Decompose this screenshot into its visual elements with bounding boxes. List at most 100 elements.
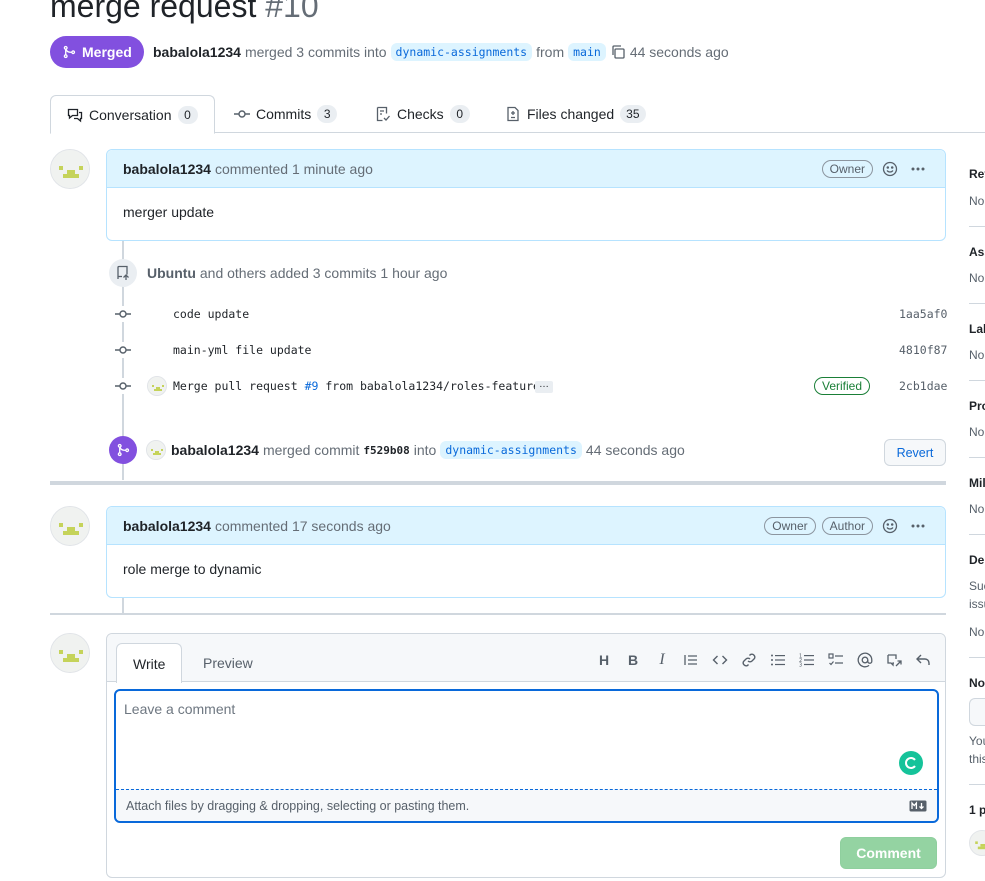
sidebar-divider — [969, 657, 985, 658]
commit-sha[interactable]: 1aa5af0 — [899, 307, 947, 321]
sidebar-assignees-label[interactable]: Ass — [969, 245, 985, 259]
identicon-icon — [147, 441, 165, 459]
sidebar-projects-label[interactable]: Pro — [969, 399, 985, 413]
commit-sha[interactable]: 4810f87 — [899, 343, 947, 357]
tab-checks-label: Checks — [397, 106, 444, 122]
smiley-icon[interactable] — [879, 515, 901, 537]
smiley-icon[interactable] — [879, 158, 901, 180]
comment-author[interactable]: babalola1234 — [123, 518, 211, 534]
page-title: merge request #10 — [50, 0, 319, 25]
svg-text:3: 3 — [799, 663, 802, 669]
merged-event-badge — [109, 436, 137, 464]
cross-reference-icon[interactable] — [884, 650, 904, 670]
merge-commit-sha[interactable]: f529b08 — [363, 444, 409, 457]
comment-header: babalola1234 commented 1 minute ago Owne… — [107, 150, 945, 188]
link-icon[interactable] — [739, 650, 759, 670]
italic-icon[interactable]: I — [652, 650, 672, 670]
comment-textarea-wrap: Attach files by dragging & dropping, sel… — [114, 689, 939, 823]
base-branch-label[interactable]: dynamic-assignments — [390, 43, 533, 61]
comment-timestamp[interactable]: commented 1 minute ago — [215, 161, 373, 177]
attach-files-text: Attach files by dragging & dropping, sel… — [126, 798, 470, 813]
quote-icon[interactable] — [681, 650, 701, 670]
grammarly-icon[interactable] — [899, 751, 923, 775]
comment-header: babalola1234 commented 17 seconds ago Ow… — [107, 507, 945, 545]
event-author[interactable]: Ubuntu — [147, 265, 196, 281]
commits-event-text: Ubuntu and others added 3 commits 1 hour… — [147, 265, 447, 281]
sidebar-milestone-label[interactable]: Mil — [969, 476, 985, 490]
merged-label: Merged — [82, 44, 132, 60]
from-text: from — [536, 44, 565, 60]
verified-badge[interactable]: Verified — [814, 377, 871, 395]
sidebar-labels-label[interactable]: Lab — [969, 322, 985, 336]
owner-badge: Owner — [764, 516, 816, 535]
heading-icon[interactable]: H — [594, 650, 614, 670]
avatar[interactable] — [50, 633, 90, 673]
identicon-icon — [148, 377, 166, 395]
pr-title-text: merge request — [50, 0, 257, 24]
merge-desc: merged commit — [262, 442, 360, 458]
reply-icon[interactable] — [913, 650, 933, 670]
attach-files-bar[interactable]: Attach files by dragging & dropping, sel… — [116, 789, 937, 821]
pr-link[interactable]: #9 — [305, 379, 319, 393]
commit-message[interactable]: code update — [173, 307, 249, 321]
sidebar-development-label[interactable]: De — [969, 553, 985, 567]
event-desc: and others added 3 commits 1 hour ago — [199, 265, 448, 281]
comment-card: babalola1234 commented 1 minute ago Owne… — [106, 149, 946, 241]
tab-files-changed[interactable]: Files changed 35 — [489, 95, 662, 133]
pr-author-link[interactable]: babalola1234 — [153, 44, 241, 60]
comment-submit-button[interactable]: Comment — [840, 837, 937, 869]
sidebar-reviewers-label[interactable]: Rev — [969, 167, 985, 181]
unordered-list-icon[interactable] — [768, 650, 788, 670]
avatar[interactable] — [50, 506, 90, 546]
avatar[interactable] — [969, 830, 985, 856]
sidebar-labels-value: No — [969, 348, 985, 362]
code-icon[interactable] — [710, 650, 730, 670]
commit-sha[interactable]: 2cb1dae — [899, 379, 947, 393]
tab-checks[interactable]: Checks 0 — [359, 95, 486, 133]
comment-author[interactable]: babalola1234 — [123, 161, 211, 177]
tab-files-changed-label: Files changed — [527, 106, 615, 122]
tasklist-icon[interactable] — [826, 650, 846, 670]
markdown-icon[interactable] — [909, 800, 927, 812]
pr-meta-line: babalola1234 merged 3 commits into dynam… — [153, 41, 729, 63]
kebab-horizontal-icon[interactable] — [907, 158, 929, 180]
avatar[interactable] — [146, 440, 166, 460]
commit-message[interactable]: main-yml file update — [173, 343, 311, 357]
ordered-list-icon[interactable]: 123 — [797, 650, 817, 670]
kebab-horizontal-icon[interactable] — [907, 515, 929, 537]
merge-branch-label[interactable]: dynamic-assignments — [440, 441, 582, 459]
comment-timestamp[interactable]: commented 17 seconds ago — [215, 518, 391, 534]
comment-textarea[interactable] — [116, 691, 937, 789]
commit-message-prefix: Merge pull request — [173, 379, 305, 393]
sidebar-projects-value: No — [969, 425, 985, 439]
revert-button[interactable]: Revert — [884, 439, 946, 466]
copy-icon[interactable] — [610, 44, 626, 60]
tab-preview[interactable]: Preview — [187, 643, 269, 683]
file-diff-icon — [507, 106, 519, 122]
merge-event-text: babalola1234 merged commit f529b08 into … — [171, 441, 685, 459]
expand-commit-button[interactable]: … — [535, 380, 553, 393]
identicon-icon — [51, 634, 89, 672]
tab-conversation[interactable]: Conversation 0 — [50, 95, 215, 134]
bold-icon[interactable]: B — [623, 650, 643, 670]
sidebar-development-text: Suc — [969, 579, 985, 593]
head-branch-label[interactable]: main — [568, 43, 606, 61]
merge-author[interactable]: babalola1234 — [171, 442, 259, 458]
tab-commits[interactable]: Commits 3 — [218, 95, 353, 133]
sidebar-divider — [969, 457, 985, 458]
pr-tabs: Conversation 0 Commits 3 Checks 0 Files … — [50, 95, 985, 134]
sidebar-participants-label: 1 p — [969, 803, 985, 817]
tab-conversation-label: Conversation — [89, 106, 172, 123]
mention-icon[interactable] — [855, 650, 875, 670]
avatar[interactable] — [50, 149, 90, 189]
tab-write[interactable]: Write — [116, 643, 183, 683]
subscribe-button[interactable] — [969, 698, 985, 726]
avatar[interactable] — [147, 376, 167, 396]
sidebar-reviewers-value: No — [969, 194, 985, 208]
repo-push-event-badge — [109, 259, 137, 287]
sidebar-divider — [969, 303, 985, 304]
sidebar-development-text: issu — [969, 597, 985, 611]
into-text: into — [413, 442, 437, 458]
commit-message[interactable]: Merge pull request #9 from babalola1234/… — [173, 379, 540, 393]
comment-body: merger update — [123, 204, 215, 220]
